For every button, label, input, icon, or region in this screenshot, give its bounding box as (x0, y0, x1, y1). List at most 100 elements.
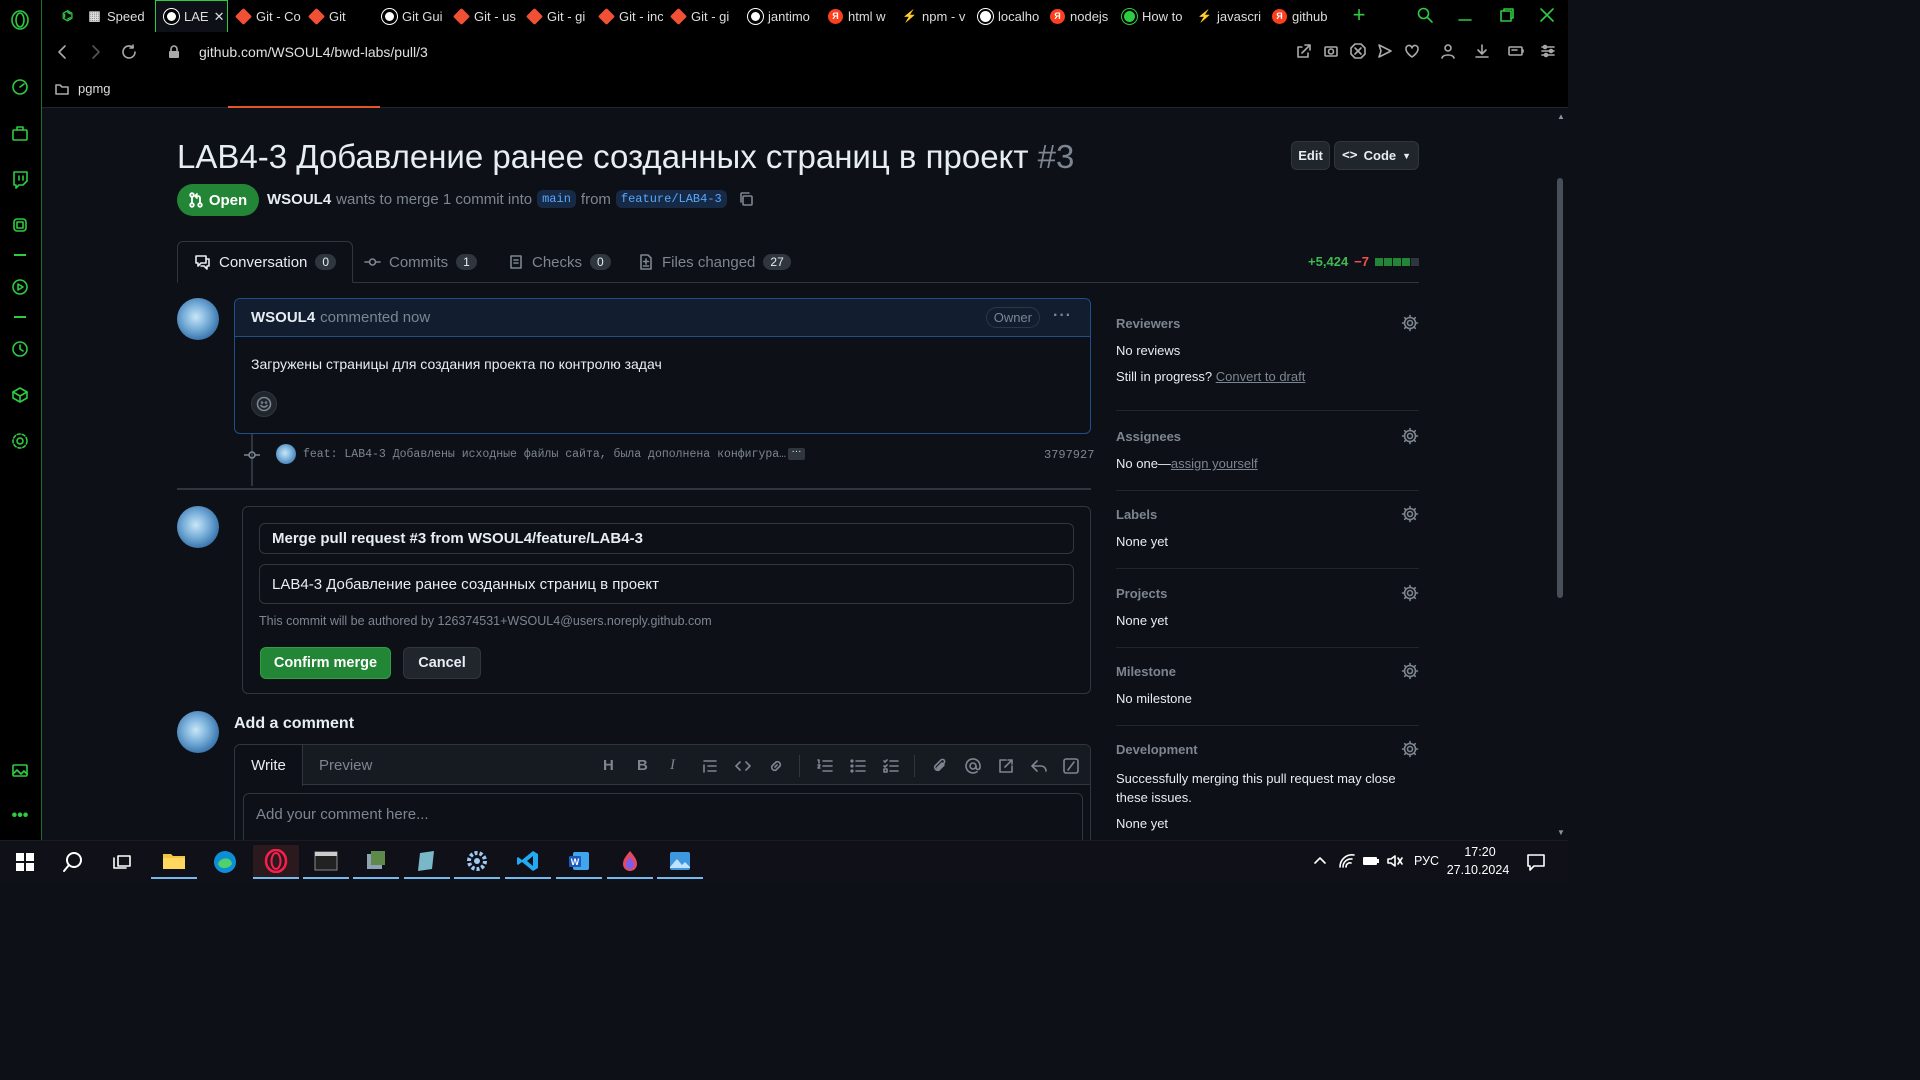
comment-textarea[interactable]: Add your comment here... (243, 793, 1083, 840)
easy-setup-icon[interactable] (1540, 43, 1556, 59)
browser-tab[interactable]: Git Gui (374, 0, 446, 32)
unordered-list-icon[interactable] (849, 757, 867, 775)
gear-icon[interactable] (1401, 584, 1419, 602)
convert-to-draft-link[interactable]: Convert to draft (1216, 369, 1306, 384)
tab-preview[interactable]: Preview (319, 757, 372, 774)
browser-tab[interactable]: Git - inc (591, 0, 663, 32)
settings-app-icon[interactable] (454, 845, 500, 879)
browser-tab[interactable]: LAE ✕ (155, 0, 228, 32)
gallery-icon[interactable] (10, 760, 30, 780)
briefcase-icon[interactable] (10, 123, 30, 143)
close-window-icon[interactable] (1538, 6, 1556, 24)
search-tabs-icon[interactable] (1416, 6, 1434, 24)
confirm-merge-button[interactable]: Confirm merge (260, 647, 391, 679)
more-icon[interactable]: ••• (10, 808, 30, 830)
settings-icon[interactable] (10, 431, 30, 451)
browser-tab[interactable]: Git - Co (228, 0, 301, 32)
browser-tab[interactable]: localho (970, 0, 1042, 32)
browser-tab[interactable]: Git (301, 0, 374, 32)
tab-checks[interactable]: Checks 0 (492, 241, 627, 283)
player-icon[interactable] (10, 277, 30, 297)
quote-icon[interactable] (701, 757, 719, 775)
search-icon[interactable] (50, 845, 96, 879)
restore-icon[interactable] (1498, 6, 1516, 24)
speed-icon[interactable] (10, 77, 30, 97)
bookmark-folder-label[interactable]: pgmg (78, 81, 111, 96)
comment-author[interactable]: WSOUL4 (251, 309, 315, 326)
task-list-icon[interactable] (882, 757, 900, 775)
expand-commit-button[interactable]: ··· (788, 447, 805, 460)
new-tab-icon[interactable]: + (1349, 4, 1369, 26)
volume-muted-icon[interactable] (1386, 853, 1404, 869)
adblock-icon[interactable] (1350, 43, 1366, 59)
scrollbar[interactable]: ▲ ▼ (1552, 108, 1568, 840)
notifications-icon[interactable] (1526, 852, 1546, 872)
reference-icon[interactable] (997, 757, 1015, 775)
camera-icon[interactable] (1323, 43, 1339, 59)
notepad-icon[interactable] (404, 845, 450, 879)
browser-tab[interactable]: Git - gi (663, 0, 740, 32)
link-icon[interactable] (767, 757, 785, 775)
close-tab-icon[interactable]: ✕ (214, 9, 225, 25)
tab-conversation[interactable]: Conversation 0 (177, 241, 354, 283)
browser-tab[interactable]: Яnodejs (1042, 0, 1114, 32)
ordered-list-icon[interactable] (816, 757, 834, 775)
forward-icon[interactable] (86, 43, 104, 61)
scroll-down-icon[interactable]: ▼ (1557, 828, 1565, 837)
folder-icon[interactable] (54, 81, 70, 97)
assign-yourself-link[interactable]: assign yourself (1171, 456, 1258, 471)
opera-logo-icon[interactable] (10, 10, 30, 30)
heading-icon[interactable]: H (603, 757, 621, 775)
avatar[interactable] (177, 506, 219, 548)
scroll-up-icon[interactable]: ▲ (1557, 112, 1565, 121)
minimize-icon[interactable] (1456, 6, 1474, 24)
mention-icon[interactable] (964, 757, 982, 775)
terminal-icon[interactable] (303, 845, 349, 879)
kebab-menu-icon[interactable]: ··· (1053, 307, 1072, 325)
send-icon[interactable] (1377, 43, 1393, 59)
add-reaction-button[interactable] (251, 391, 277, 417)
browser-tab[interactable]: How to (1114, 0, 1189, 32)
opera-gx-icon[interactable] (253, 845, 299, 879)
download-icon[interactable] (1474, 43, 1490, 59)
share-icon[interactable] (1296, 43, 1312, 59)
avatar[interactable] (177, 298, 219, 340)
wifi-icon[interactable] (1338, 853, 1356, 869)
gear-icon[interactable] (1401, 505, 1419, 523)
browser-tab[interactable]: Яgithub (1264, 0, 1334, 32)
slash-command-icon[interactable] (1062, 757, 1080, 775)
clock-time[interactable]: 17:20 (1450, 845, 1510, 859)
task-view-icon[interactable] (99, 845, 145, 879)
lock-icon[interactable] (167, 45, 181, 59)
merge-body-textarea[interactable]: LAB4-3 Добавление ранее созданных страни… (259, 564, 1074, 604)
cube-icon[interactable] (10, 385, 30, 405)
reply-icon[interactable] (1030, 757, 1048, 775)
scrollbar-thumb[interactable] (1557, 178, 1563, 598)
browser-tab[interactable]: ▦ Speed (79, 0, 155, 32)
browser-tab[interactable]: Git - us (446, 0, 519, 32)
tab-commits[interactable]: Commits 1 (348, 241, 493, 283)
gear-icon[interactable] (1401, 740, 1419, 758)
copy-icon[interactable] (738, 191, 754, 207)
history-icon[interactable] (10, 339, 30, 359)
windows-start-icon[interactable] (2, 845, 48, 879)
chatgpt-icon[interactable] (10, 215, 30, 235)
browser-tab[interactable]: Git - gi (519, 0, 591, 32)
pr-author-link[interactable]: WSOUL4 (267, 191, 331, 208)
twitch-icon[interactable] (10, 169, 30, 189)
file-explorer-icon[interactable] (151, 845, 197, 879)
browser-tab[interactable]: ⚡ javascri (1189, 0, 1264, 32)
gear-icon[interactable] (1401, 314, 1419, 332)
head-branch[interactable]: feature/LAB4-3 (615, 190, 727, 208)
cancel-button[interactable]: Cancel (403, 647, 481, 679)
commit-avatar[interactable] (276, 444, 296, 464)
browser-tab[interactable]: jantimo (740, 0, 820, 32)
battery-icon[interactable] (1362, 853, 1380, 869)
commit-message[interactable]: feat: LAB4-3 Добавлены исходные файлы са… (303, 448, 786, 461)
tab-write[interactable]: Write (235, 745, 303, 786)
browser-tab[interactable]: ⚡ npm - v (894, 0, 970, 32)
back-icon[interactable] (54, 43, 72, 61)
url-field[interactable]: github.com/WSOUL4/bwd-labs/pull/3 (199, 44, 428, 60)
code-icon[interactable] (734, 757, 752, 775)
commit-sha[interactable]: 3797927 (1044, 448, 1094, 462)
